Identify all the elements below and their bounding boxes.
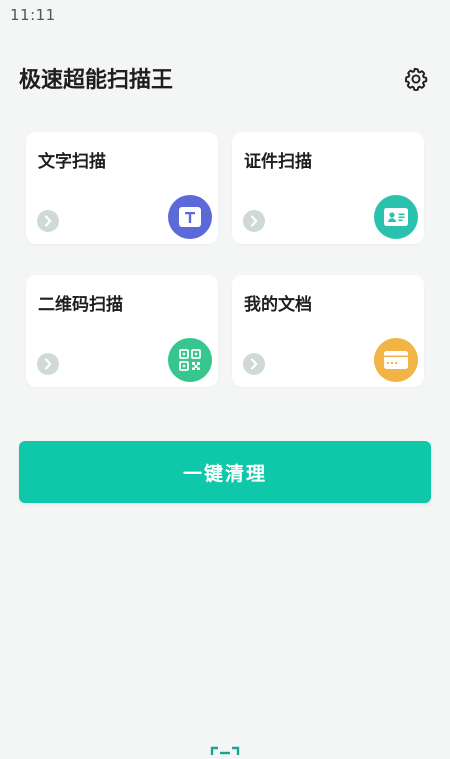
one-click-clean-button[interactable]: 一键清理	[19, 441, 431, 503]
gear-icon	[404, 67, 428, 92]
settings-button[interactable]	[400, 63, 432, 95]
status-time: 11:11	[10, 6, 56, 24]
card-title: 二维码扫描	[38, 295, 123, 315]
card-title: 证件扫描	[244, 152, 312, 172]
header: 极速超能扫描王	[0, 50, 450, 110]
card-title: 我的文档	[244, 295, 312, 315]
app-title: 极速超能扫描王	[19, 68, 174, 93]
qr-code-icon	[168, 338, 212, 382]
text-scan-icon	[168, 195, 212, 239]
card-text-scan[interactable]: 文字扫描	[26, 132, 218, 244]
chevron-right-icon	[37, 353, 59, 375]
card-title: 文字扫描	[38, 152, 106, 172]
card-my-documents[interactable]: 我的文档	[232, 275, 424, 387]
folder-icon	[374, 338, 418, 382]
chevron-right-icon	[243, 210, 265, 232]
chevron-right-icon	[37, 210, 59, 232]
id-card-icon	[374, 195, 418, 239]
scan-frame-icon[interactable]	[210, 740, 240, 755]
card-id-scan[interactable]: 证件扫描	[232, 132, 424, 244]
chevron-right-icon	[243, 353, 265, 375]
status-bar: 11:11	[0, 0, 450, 30]
card-qr-scan[interactable]: 二维码扫描	[26, 275, 218, 387]
